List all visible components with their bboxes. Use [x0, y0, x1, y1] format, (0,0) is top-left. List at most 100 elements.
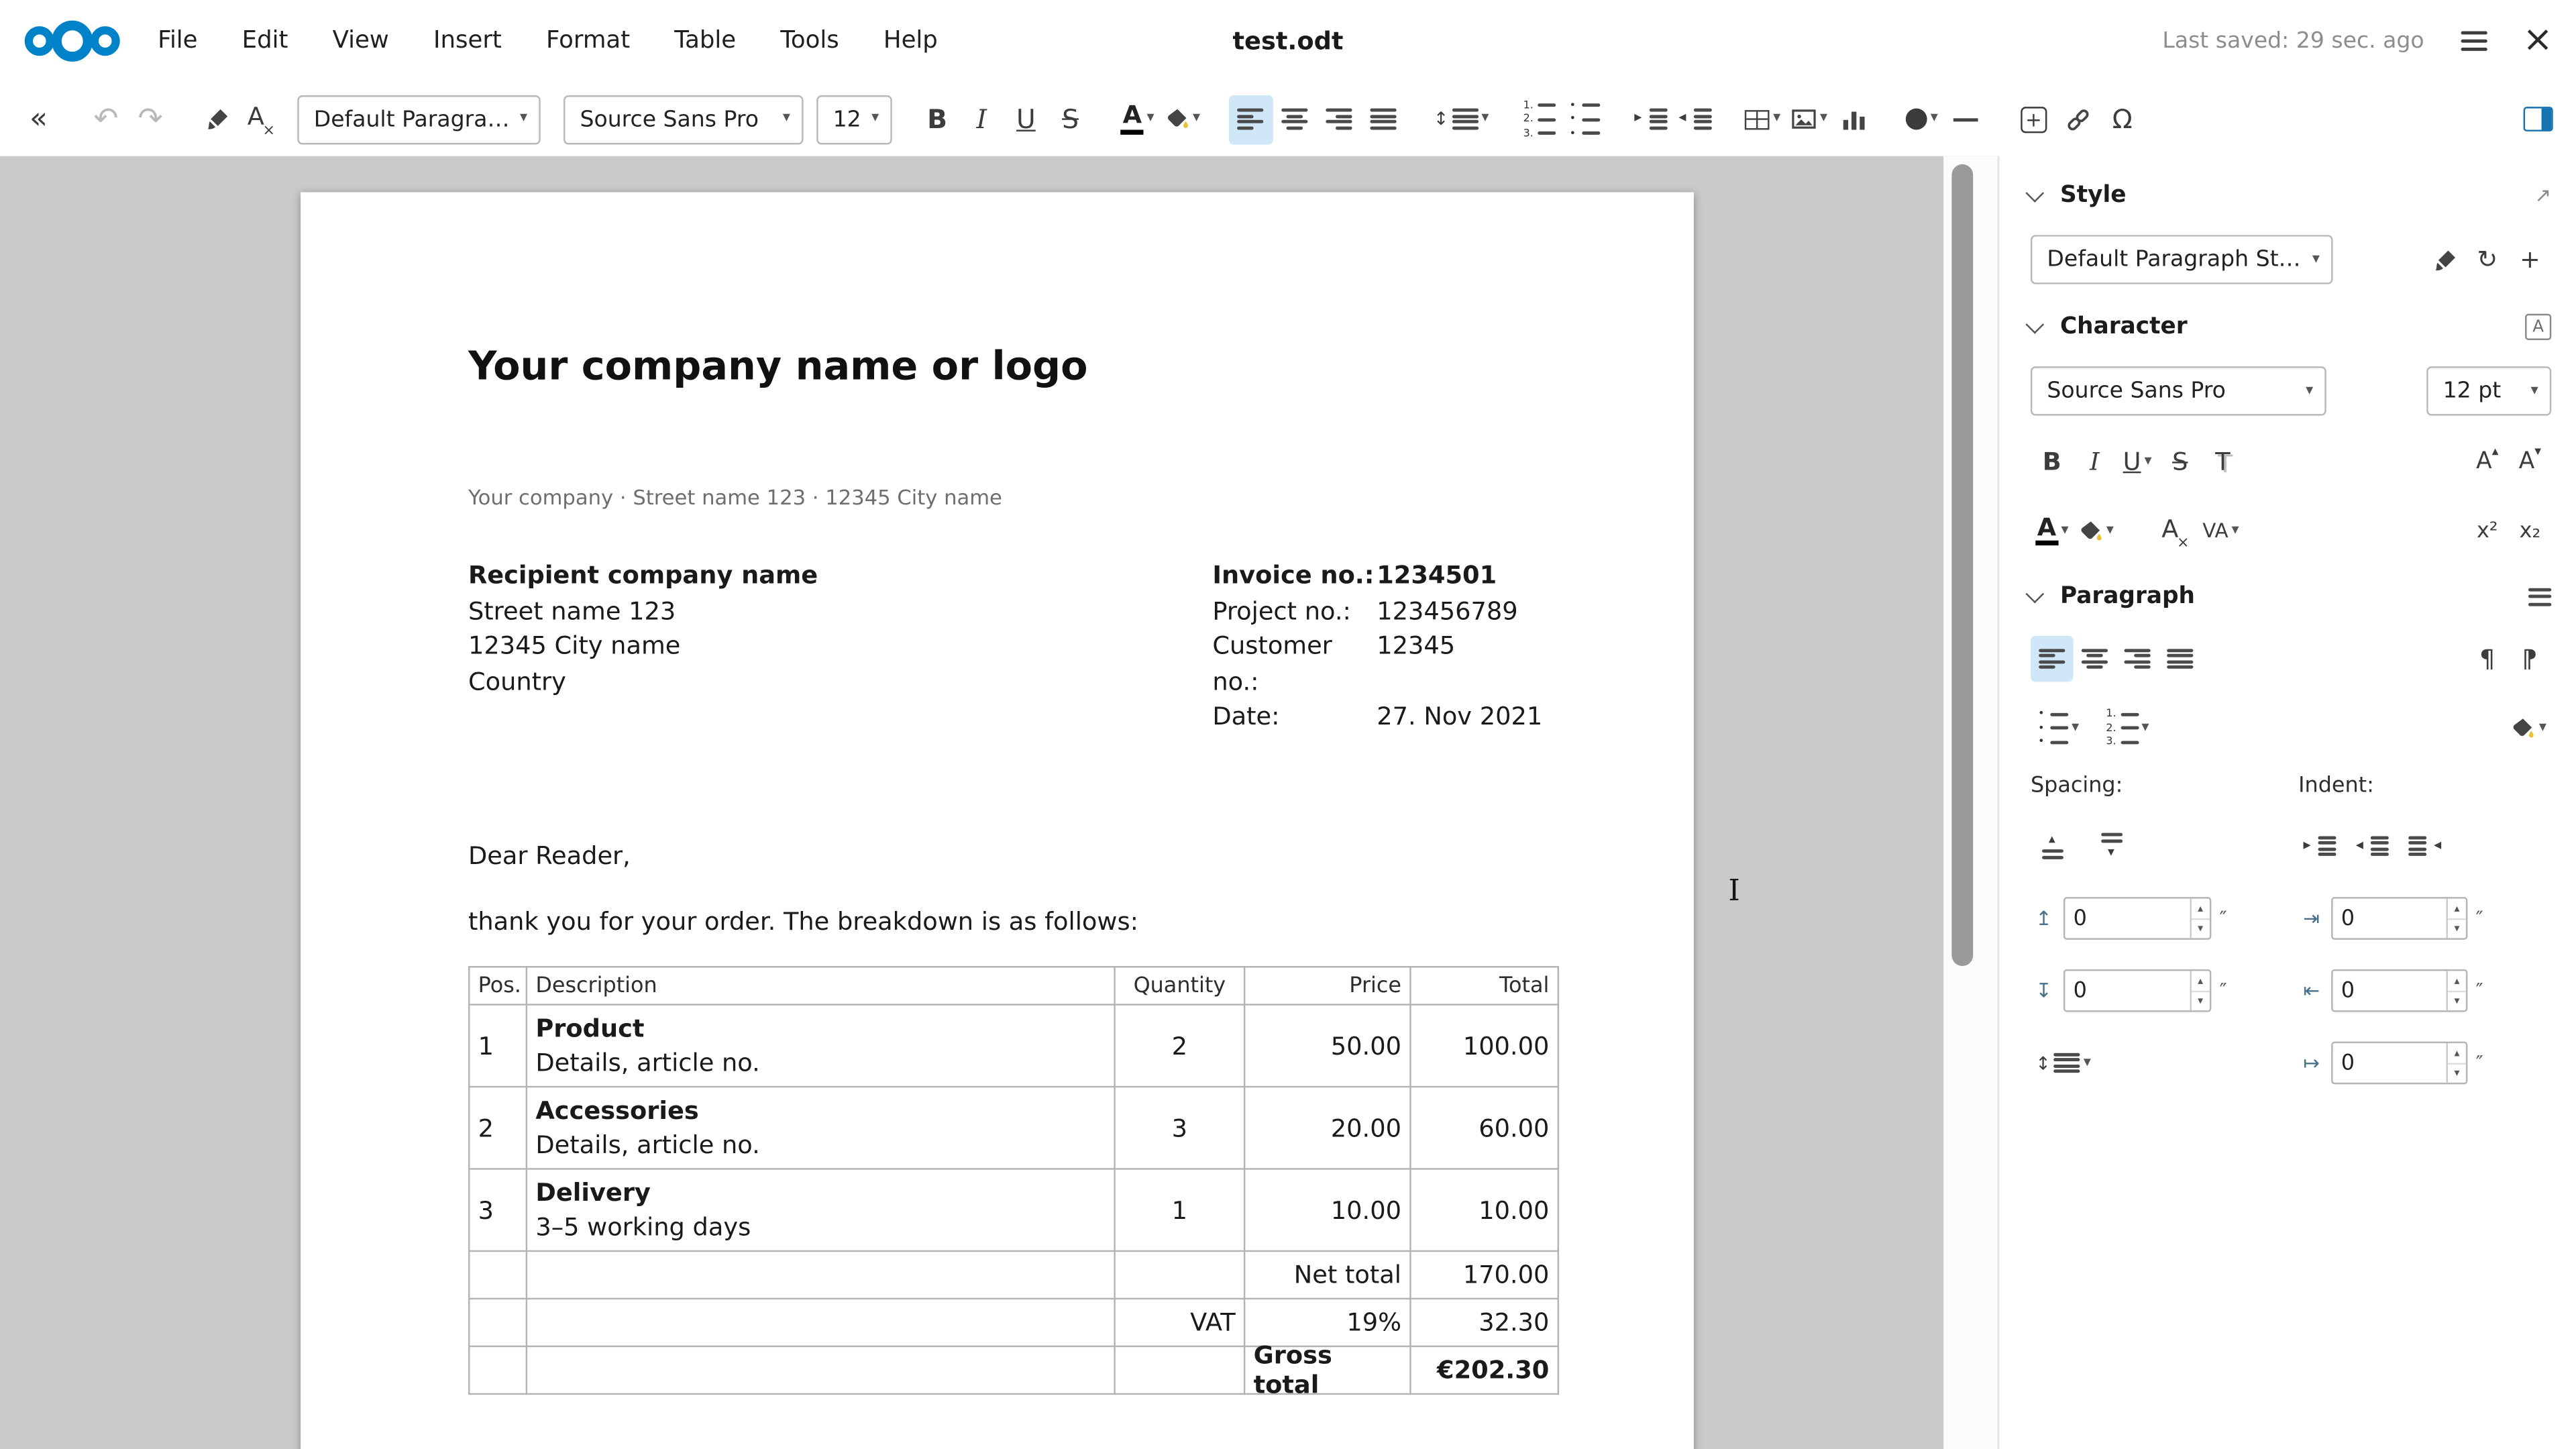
- spacing-below-input[interactable]: [2065, 978, 2190, 1003]
- summary-empty-cell[interactable]: [527, 1347, 1116, 1395]
- paragraph-background-color-button[interactable]: ▾: [2506, 705, 2551, 751]
- insert-line-button[interactable]: [1944, 95, 1988, 144]
- row-price[interactable]: 10.00: [1245, 1170, 1411, 1252]
- basic-shapes-button[interactable]: ▾: [1900, 95, 1944, 144]
- item-name[interactable]: Accessories: [535, 1093, 698, 1128]
- stepper[interactable]: ▴▾: [2447, 1043, 2466, 1083]
- sidebar-font-name-select[interactable]: Source Sans Pro ▾: [2031, 366, 2326, 415]
- undo-button[interactable]: ↶: [84, 95, 128, 144]
- paragraph-style-select[interactable]: Default Paragraph ... ▾: [297, 95, 540, 144]
- vertical-scrollbar[interactable]: [1943, 156, 1998, 1449]
- item-detail[interactable]: 3–5 working days: [535, 1210, 751, 1244]
- insert-field-button[interactable]: +: [2011, 95, 2055, 144]
- toggle-sidebar-button[interactable]: [2515, 95, 2559, 144]
- stepper[interactable]: ▴▾: [2447, 899, 2466, 938]
- col-header-description[interactable]: Description: [527, 967, 1116, 1005]
- italic-button[interactable]: I: [959, 95, 1004, 144]
- first-line-indent-spinner[interactable]: ▴▾: [2331, 1042, 2467, 1085]
- insert-chart-button[interactable]: [1832, 95, 1876, 144]
- project-no-row[interactable]: Project no.:123456789: [1212, 594, 1542, 629]
- row-total[interactable]: 10.00: [1411, 1170, 1559, 1252]
- stepper[interactable]: ▴▾: [2190, 971, 2210, 1010]
- row-pos[interactable]: 3: [470, 1170, 527, 1252]
- redo-button[interactable]: ↷: [128, 95, 172, 144]
- stepper[interactable]: ▴▾: [2190, 899, 2210, 938]
- menu-format[interactable]: Format: [546, 28, 630, 54]
- sidebar-numbered-list-button[interactable]: 1.2.3.▾: [2100, 705, 2154, 751]
- align-center-button[interactable]: [1273, 95, 1317, 144]
- hide-toolbar-button[interactable]: «: [16, 95, 60, 144]
- summary-qty-cell[interactable]: [1116, 1252, 1245, 1299]
- text-direction-rtl-button[interactable]: ¶: [2509, 636, 2552, 682]
- document-canvas[interactable]: Your company name or logo Your company ·…: [0, 156, 1998, 1449]
- character-section-header[interactable]: Character A: [2031, 307, 2551, 347]
- row-price[interactable]: 50.00: [1245, 1006, 1411, 1087]
- character-dialog-launcher-icon[interactable]: A: [2525, 314, 2551, 340]
- justify-button[interactable]: [1361, 95, 1405, 144]
- invoice-meta-block[interactable]: Invoice no.:1234501 Project no.:12345678…: [1212, 559, 1542, 735]
- col-header-price[interactable]: Price: [1245, 967, 1411, 1005]
- align-right-button[interactable]: [1317, 95, 1361, 144]
- font-color-button[interactable]: A ▾: [1116, 95, 1160, 144]
- row-pos[interactable]: 2: [470, 1087, 527, 1169]
- summary-empty-cell[interactable]: [470, 1299, 527, 1347]
- clear-formatting-button[interactable]: A×: [240, 95, 284, 144]
- company-heading[interactable]: Your company name or logo: [468, 193, 1694, 390]
- special-character-button[interactable]: Ω: [2100, 95, 2145, 144]
- decrease-indent-button[interactable]: ◂: [1673, 95, 1717, 144]
- customer-no-value[interactable]: 12345: [1377, 629, 1455, 700]
- summary-empty-cell[interactable]: [470, 1252, 527, 1299]
- highlight-color-button[interactable]: ▾: [1160, 95, 1205, 144]
- collapse-menubar-icon[interactable]: [2461, 32, 2487, 51]
- document-page[interactable]: Your company name or logo Your company ·…: [301, 193, 1694, 1449]
- insert-image-button[interactable]: ▾: [1786, 95, 1833, 144]
- salutation[interactable]: Dear Reader,: [468, 841, 1694, 871]
- font-name-select[interactable]: Source Sans Pro ▾: [564, 95, 804, 144]
- sidebar-align-right-button[interactable]: [2116, 636, 2159, 682]
- menu-tools[interactable]: Tools: [780, 28, 839, 54]
- summary-empty-cell[interactable]: [527, 1252, 1116, 1299]
- grow-font-button[interactable]: A▴: [2466, 439, 2509, 485]
- insert-hyperlink-button[interactable]: [2056, 95, 2100, 144]
- item-detail[interactable]: Details, article no.: [535, 1128, 759, 1162]
- spacing-below-spinner[interactable]: ▴▾: [2063, 969, 2211, 1012]
- sidebar-line-spacing-button[interactable]: ↕ ▾: [2031, 1040, 2096, 1086]
- new-style-button[interactable]: +: [2509, 237, 2552, 283]
- row-total[interactable]: 60.00: [1411, 1087, 1559, 1169]
- col-header-pos[interactable]: Pos.: [470, 967, 527, 1005]
- sidebar-justify-button[interactable]: [2159, 636, 2202, 682]
- item-name[interactable]: Product: [535, 1011, 644, 1045]
- customer-no-row[interactable]: Customer no.:12345: [1212, 629, 1542, 700]
- underline-button[interactable]: U: [1004, 95, 1048, 144]
- intro-text[interactable]: thank you for your order. The breakdown …: [468, 907, 1694, 936]
- sidebar-underline-button[interactable]: U▾: [2116, 439, 2159, 485]
- indent-after-input[interactable]: [2333, 978, 2447, 1003]
- indent-after-spinner[interactable]: ▴▾: [2331, 969, 2467, 1012]
- shrink-font-button[interactable]: A▾: [2509, 439, 2552, 485]
- date-row[interactable]: Date:27. Nov 2021: [1212, 700, 1542, 735]
- line-spacing-button[interactable]: ↕ ▾: [1428, 95, 1493, 144]
- indent-before-spinner[interactable]: ▴▾: [2331, 897, 2467, 940]
- nextcloud-logo[interactable]: [23, 15, 121, 67]
- row-description[interactable]: ProductDetails, article no.: [527, 1006, 1116, 1087]
- bold-button[interactable]: B: [915, 95, 959, 144]
- item-detail[interactable]: Details, article no.: [535, 1046, 759, 1080]
- vat-label[interactable]: VAT: [1116, 1299, 1245, 1347]
- font-size-select[interactable]: 12 ▾: [816, 95, 892, 144]
- summary-empty-cell[interactable]: [527, 1299, 1116, 1347]
- increase-spacing-button[interactable]: ▴: [2031, 823, 2074, 869]
- invoice-table[interactable]: Pos. Description Quantity Price Total 1 …: [468, 966, 1559, 1395]
- gross-total-value[interactable]: €202.30: [1411, 1347, 1559, 1395]
- row-price[interactable]: 20.00: [1245, 1087, 1411, 1169]
- menu-view[interactable]: View: [333, 28, 389, 54]
- style-dialog-launcher-icon[interactable]: ↗: [2535, 184, 2552, 207]
- gross-total-label[interactable]: Gross total: [1245, 1347, 1411, 1395]
- net-total-label[interactable]: Net total: [1245, 1252, 1411, 1299]
- sidebar-align-left-button[interactable]: [2031, 636, 2074, 682]
- menu-help[interactable]: Help: [883, 28, 938, 54]
- row-pos[interactable]: 1: [470, 1006, 527, 1087]
- summary-empty-cell[interactable]: [470, 1347, 527, 1395]
- sidebar-bullet-list-button[interactable]: •••▾: [2031, 705, 2084, 751]
- character-spacing-button[interactable]: VA▾: [2198, 508, 2244, 554]
- project-no-value[interactable]: 123456789: [1377, 594, 1517, 629]
